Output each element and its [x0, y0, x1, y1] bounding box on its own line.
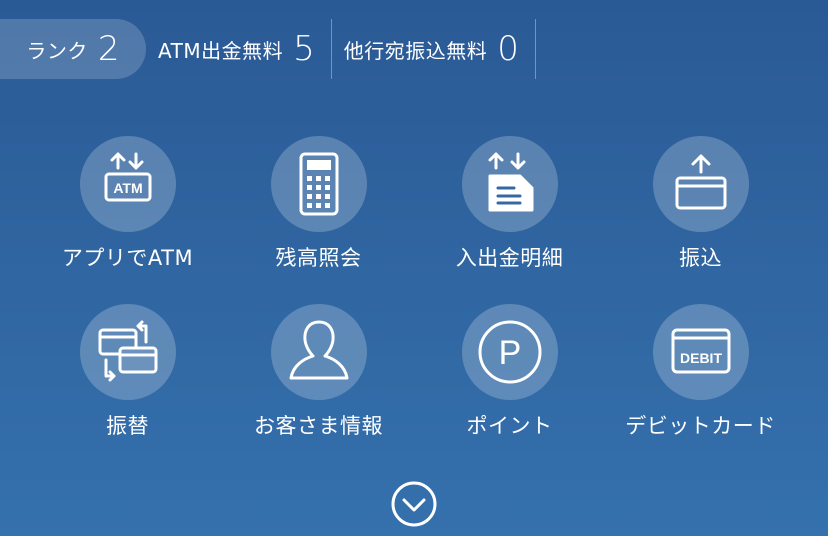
rank-label: ランク	[26, 38, 88, 63]
menu-item-points[interactable]: P ポイント	[414, 304, 605, 454]
transfer-free-value: 0	[497, 29, 519, 69]
calculator-icon	[270, 136, 367, 232]
atm-free-stat: ATM出金無料 5	[146, 19, 331, 79]
menu-item-transfer[interactable]: 振込	[605, 136, 796, 304]
transfer-free-stat: 他行宛振込無料 0	[332, 19, 535, 79]
menu-item-label: 残高照会	[275, 246, 362, 270]
rank-badge: ランク 2	[0, 19, 146, 79]
chevron-down-circle-icon[interactable]	[391, 481, 437, 527]
person-icon	[270, 304, 367, 400]
menu-item-label: 振替	[106, 414, 149, 438]
card-swap-icon	[79, 304, 176, 400]
menu-item-label: お客さま情報	[254, 414, 383, 438]
menu-item-customer-info[interactable]: お客さま情報	[223, 304, 414, 454]
usage-stats-bar: ランク 2 ATM出金無料 5 他行宛振込無料 0	[0, 19, 536, 79]
atm-icon-text: ATM	[113, 180, 142, 196]
point-icon-text: P	[498, 334, 521, 372]
transfer-free-label: 他行宛振込無料	[343, 38, 488, 63]
menu-item-statement[interactable]: 入出金明細	[414, 136, 605, 304]
menu-item-label: デビットカード	[625, 414, 776, 438]
menu-item-label: 振込	[679, 246, 722, 270]
debit-card-icon: DEBIT	[652, 304, 749, 400]
menu-item-label: アプリでATM	[61, 246, 194, 270]
menu-grid: ATM アプリでATM 残高照会 入出金明細 振込 振替 お客さま情報 P ポイ…	[32, 136, 796, 454]
debit-icon-text: DEBIT	[680, 350, 722, 366]
rank-value: 2	[97, 29, 120, 69]
atm-icon: ATM	[79, 136, 176, 232]
card-transfer-icon	[652, 136, 749, 232]
atm-free-label: ATM出金無料	[158, 38, 284, 63]
menu-item-label: 入出金明細	[455, 246, 564, 270]
menu-item-swap[interactable]: 振替	[32, 304, 223, 454]
divider	[534, 19, 536, 79]
menu-item-balance[interactable]: 残高照会	[223, 136, 414, 304]
menu-item-label: ポイント	[466, 414, 553, 438]
atm-free-value: 5	[293, 29, 315, 69]
statement-icon	[461, 136, 558, 232]
menu-item-app-atm[interactable]: ATM アプリでATM	[32, 136, 223, 304]
point-icon: P	[461, 304, 558, 400]
menu-item-debit-card[interactable]: DEBIT デビットカード	[605, 304, 796, 454]
